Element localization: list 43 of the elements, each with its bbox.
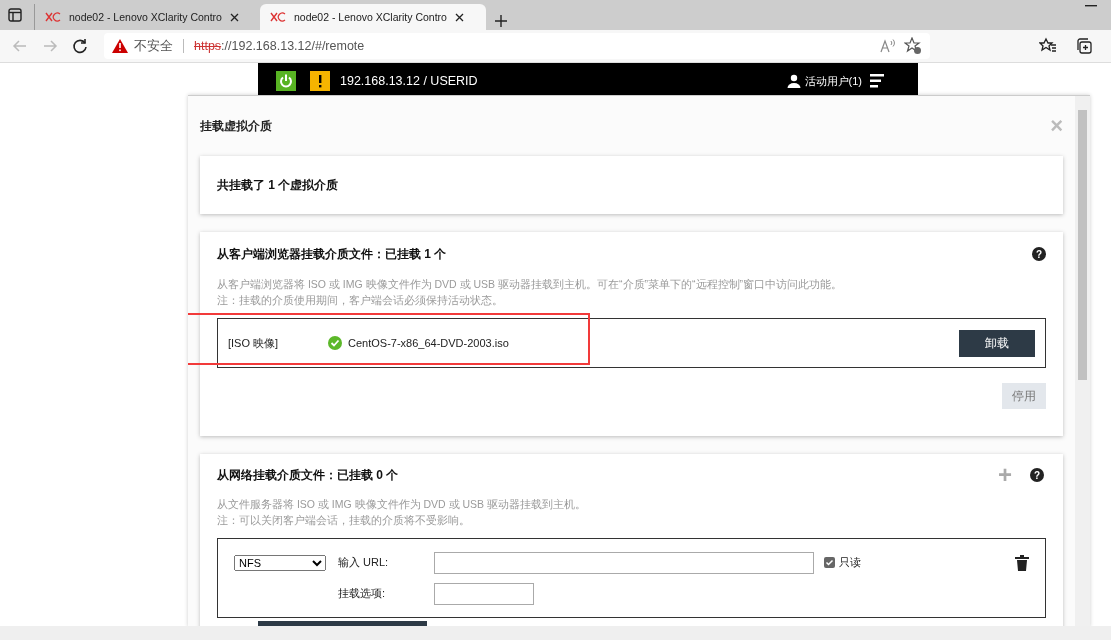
close-icon[interactable]: [229, 12, 239, 22]
file-name: CentOS-7-x86_64-DVD-2003.iso: [348, 337, 509, 349]
url-label: 输入 URL:: [338, 555, 390, 570]
close-icon[interactable]: [454, 12, 464, 22]
note-text: 注：可以关闭客户端会话，挂载的介质将不受影响。: [217, 513, 471, 528]
active-users-link[interactable]: 活动用户(1): [804, 73, 862, 89]
warning-icon: [112, 39, 128, 53]
favorites-icon[interactable]: [1039, 37, 1057, 55]
mount-options-label: 挂载选项:: [338, 586, 387, 601]
scrollbar[interactable]: [1075, 96, 1090, 627]
description-text: 从文件服务器将 ISO 或 IMG 映像文件作为 DVD 或 USB 驱动器挂载到主机。: [217, 497, 587, 512]
star-plus-icon[interactable]: [904, 37, 922, 55]
section-title: 从网络挂载介质文件：已挂载 0 个: [217, 466, 399, 484]
description-text: 从客户端浏览器将 ISO 或 IMG 映像文件作为 DVD 或 USB 驱动器挂载到主机。可在“介质”菜单下的“远程控制”窗口中访问此功能。: [217, 277, 843, 292]
sidebar-icon[interactable]: [8, 8, 22, 22]
readonly-label: 只读: [839, 555, 861, 570]
browser-tab[interactable]: node02 - Lenovo XClarity Contro: [260, 4, 486, 30]
collections-icon[interactable]: [1075, 37, 1093, 55]
plus-icon[interactable]: [494, 14, 508, 28]
note-text: 注：挂载的介质使用期间，客户端会话必须保持活动状态。: [217, 293, 504, 308]
power-icon[interactable]: [276, 71, 296, 91]
trash-icon[interactable]: [1015, 554, 1029, 571]
minimize-icon[interactable]: [1085, 5, 1097, 7]
dialog-title: 挂载虚拟介质: [200, 118, 272, 134]
section-title: 从客户端浏览器挂载介质文件：已挂载 1 个: [217, 245, 447, 263]
mount-options-input[interactable]: [434, 582, 534, 605]
user-icon: [786, 74, 801, 88]
read-aloud-icon[interactable]: [880, 39, 898, 53]
address-field[interactable]: 不安全 https://192.168.13.12/#/remote: [104, 33, 930, 59]
divider: [183, 39, 184, 53]
protocol-select[interactable]: NFS: [234, 554, 326, 571]
readonly-checkbox[interactable]: [824, 557, 835, 568]
x-logo-icon: [270, 12, 286, 22]
url-input[interactable]: [434, 551, 814, 574]
help-button[interactable]: ?: [1030, 468, 1044, 482]
summary-text: 共挂载了 1 个虚拟介质: [217, 176, 339, 194]
help-button[interactable]: ?: [1032, 247, 1046, 261]
host-label: 192.168.13.12 / USERID: [340, 74, 478, 88]
x-logo-icon: [45, 12, 61, 22]
file-type-label: [ISO 映像]: [228, 335, 280, 351]
reload-icon[interactable]: [70, 36, 90, 56]
unmount-button[interactable]: 卸载: [959, 329, 1035, 357]
menu-icon[interactable]: [870, 74, 884, 88]
